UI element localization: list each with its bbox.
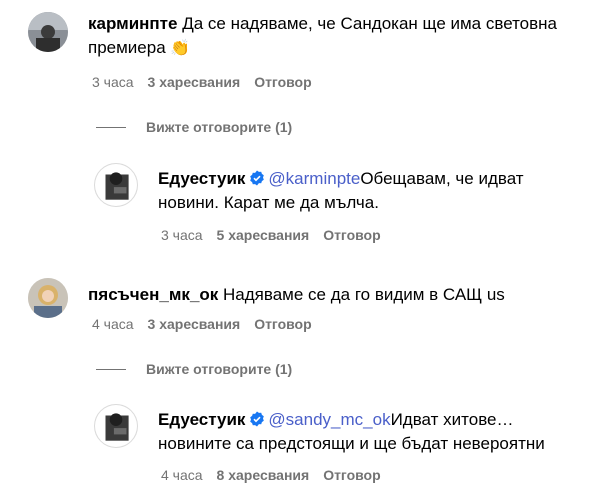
reply-body: Едуестуик @karminpteОбещавам, че идват но…	[158, 167, 558, 215]
reply-button[interactable]: Отговор	[323, 227, 380, 243]
comment-username[interactable]: карминпте	[88, 14, 177, 33]
avatar-image	[95, 164, 137, 206]
comment-body: карминпте Да се надяваме, че Сандокан ще…	[88, 12, 588, 61]
comment-body: пясъчен_мк_ок Надяваме се да го видим в …	[88, 283, 588, 307]
mention-link[interactable]: @sandy_mc_ok	[268, 410, 390, 429]
avatar-image	[28, 12, 68, 52]
view-replies-label: Вижте отговорите (1)	[146, 119, 293, 135]
likes-count[interactable]: 3 харесвания	[148, 316, 241, 332]
reply-time: 4 часа	[161, 467, 203, 483]
view-replies-button[interactable]: Вижте отговорите (1)	[96, 119, 292, 135]
view-replies-button[interactable]: Вижте отговорите (1)	[96, 361, 292, 377]
divider-line	[96, 368, 126, 370]
reply-meta: 3 часа 5 харесвания Отговор	[161, 227, 381, 243]
avatar-image	[28, 278, 68, 318]
reply-avatar[interactable]	[94, 163, 138, 207]
view-replies-label: Вижте отговорите (1)	[146, 361, 293, 377]
avatar-image	[95, 405, 137, 447]
reply-button[interactable]: Отговор	[254, 74, 311, 90]
avatar[interactable]	[28, 278, 68, 318]
reply-meta: 4 часа 8 харесвания Отговор	[161, 467, 381, 483]
comment-meta: 4 часа 3 харесвания Отговор	[92, 316, 312, 332]
reply-button[interactable]: Отговор	[254, 316, 311, 332]
divider-line	[96, 126, 126, 128]
reply-button[interactable]: Отговор	[323, 467, 380, 483]
comment-time: 4 часа	[92, 316, 134, 332]
reply-username[interactable]: Едуестуик	[158, 410, 245, 429]
reply-time: 3 часа	[161, 227, 203, 243]
comment-meta: 3 часа 3 харесвания Отговор	[92, 74, 312, 90]
likes-count[interactable]: 5 харесвания	[217, 227, 310, 243]
avatar[interactable]	[28, 12, 68, 52]
comment-text: Надяваме се да го видим в САЩ us	[223, 285, 505, 304]
reply-username[interactable]: Едуестуик	[158, 169, 245, 188]
mention-link[interactable]: @karminpte	[268, 169, 360, 188]
clapping-hands-icon: 👏	[170, 40, 191, 57]
likes-count[interactable]: 8 харесвания	[217, 467, 310, 483]
verified-badge-icon	[250, 170, 265, 186]
likes-count[interactable]: 3 харесвания	[148, 74, 241, 90]
reply-avatar[interactable]	[94, 404, 138, 448]
reply-body: Едуестуик @sandy_mc_okИдват хитове… новин…	[158, 408, 588, 456]
comment-username[interactable]: пясъчен_мк_ок	[88, 285, 218, 304]
verified-badge-icon	[250, 411, 265, 427]
comment-time: 3 часа	[92, 74, 134, 90]
